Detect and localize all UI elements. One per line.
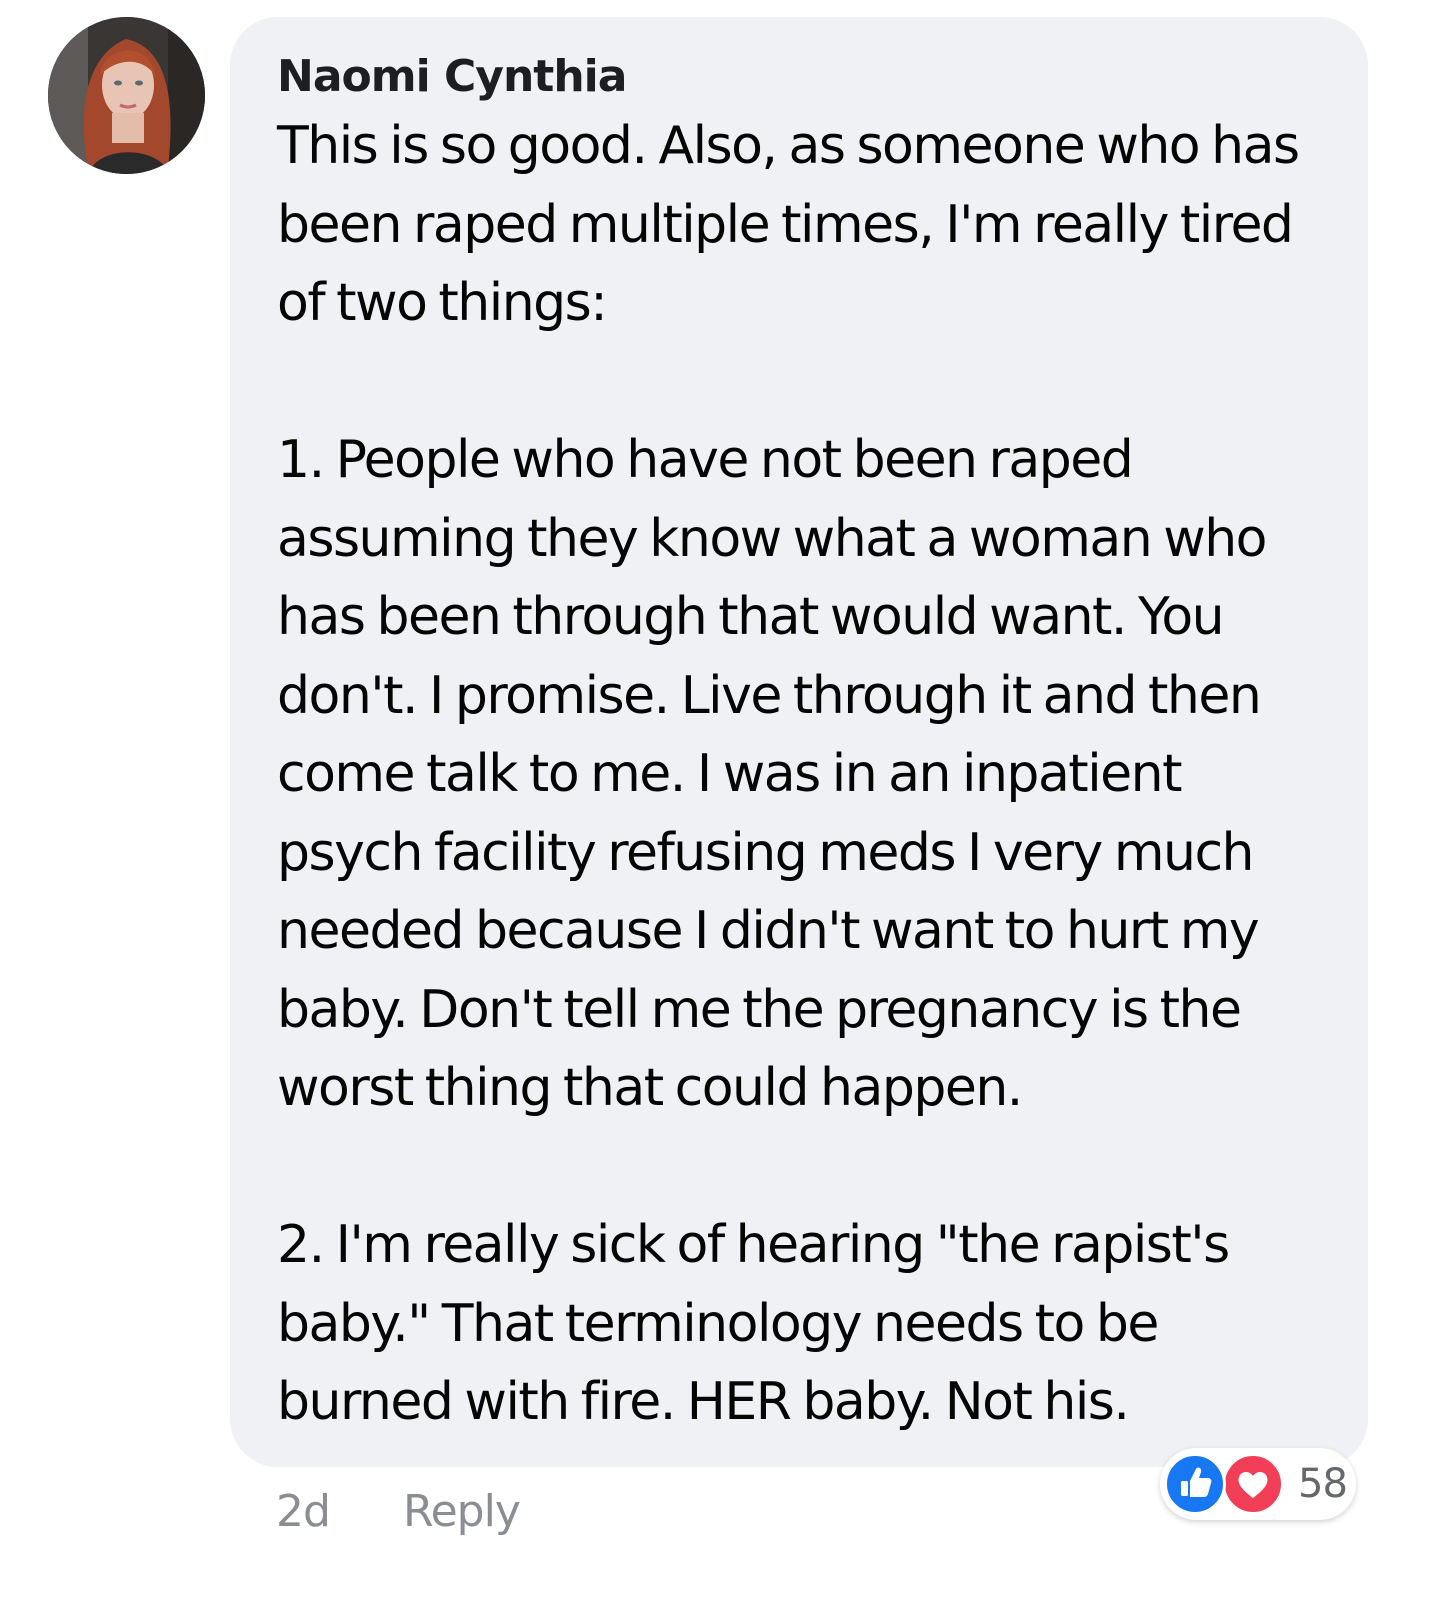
reply-button[interactable]: Reply	[403, 1485, 521, 1539]
love-icon	[1222, 1453, 1284, 1515]
comment-line: assuming they know what a woman who	[277, 508, 1268, 569]
like-icon	[1164, 1453, 1226, 1515]
avatar[interactable]	[48, 17, 205, 174]
comment-line: burned with fire. HER baby. Not his.	[277, 1372, 1130, 1432]
comment-line: come talk to me. I was in an inpatient	[277, 744, 1182, 804]
comment-line: been raped multiple times, I'm really ti…	[277, 194, 1294, 255]
reactions-summary[interactable]: 58	[1160, 1448, 1356, 1520]
timestamp[interactable]: 2d	[276, 1486, 331, 1537]
comment-line: 2. I'm really sick of hearing "the rapis…	[277, 1215, 1230, 1275]
comment-body: This is so good. Also, as someone who ha…	[277, 107, 1328, 1442]
profile-photo	[48, 17, 205, 174]
comment-line: has been through that would want. You	[277, 587, 1225, 647]
comment-line: don't. I promise. Live through it and th…	[277, 665, 1262, 726]
comment-line: baby." That terminology needs to be	[277, 1293, 1159, 1354]
author-name[interactable]: Naomi Cynthia	[277, 47, 1328, 107]
comment-line: 1. People who have not been raped	[277, 430, 1134, 490]
comment-bubble: Naomi Cynthia This is so good. Also, as …	[230, 17, 1368, 1467]
comment-line: needed because I didn't want to hurt my	[277, 901, 1260, 961]
comment-meta: 2d Reply	[276, 1485, 521, 1539]
reaction-count: 58	[1298, 1461, 1348, 1507]
comment-line: psych facility refusing meds I very much	[277, 822, 1255, 883]
comment-line: This is so good. Also, as someone who ha…	[277, 116, 1300, 176]
comment-line: worst thing that could happen.	[277, 1058, 1023, 1118]
comment-line: baby. Don't tell me the pregnancy is the	[277, 979, 1242, 1040]
comment-line: of two things:	[277, 273, 608, 333]
